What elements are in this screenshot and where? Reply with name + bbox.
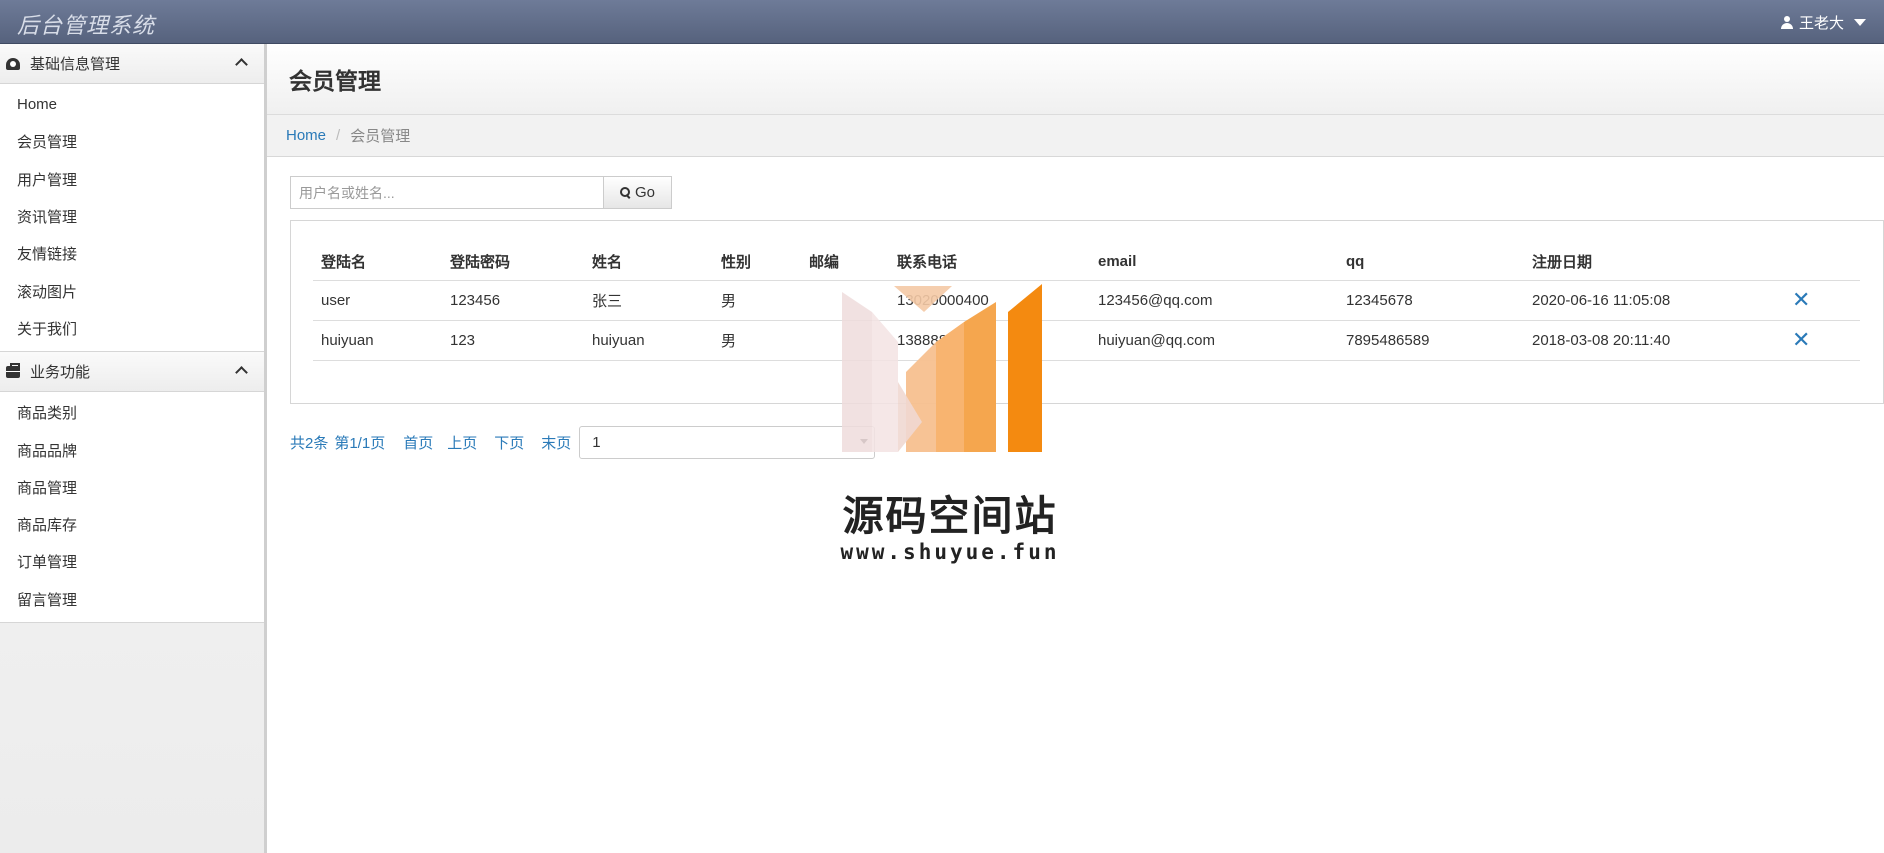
sidebar-item-members[interactable]: 会员管理 — [0, 123, 264, 160]
sidebar-item-about[interactable]: 关于我们 — [0, 310, 264, 347]
menu-group-business: 业务功能 商品类别 商品品牌 商品管理 商品库存 订单管理 留言管理 — [0, 352, 264, 623]
sidebar-item-slides[interactable]: 滚动图片 — [0, 272, 264, 309]
pager-first-link[interactable]: 首页 — [403, 432, 433, 453]
cell-password: 123456 — [442, 280, 584, 321]
cell-email: huiyuan@qq.com — [1090, 320, 1338, 361]
page-select[interactable]: 1 — [579, 426, 876, 459]
app-title[interactable]: 后台管理系统 — [17, 8, 155, 40]
delete-icon[interactable]: ✕ — [1792, 287, 1810, 312]
chevron-up-icon — [235, 58, 248, 71]
column-header: 姓名 — [584, 243, 713, 281]
page-header: 会员管理 — [267, 44, 1884, 115]
sidebar-item-stock[interactable]: 商品库存 — [0, 506, 264, 543]
go-button-label: Go — [634, 184, 655, 201]
pager-prev-link[interactable]: 上页 — [447, 432, 477, 453]
user-name: 王老大 — [1798, 15, 1844, 32]
cell-email: 123456@qq.com — [1090, 280, 1338, 321]
search-go-button[interactable]: Go — [603, 176, 672, 209]
cell-gender: 男 — [713, 280, 801, 321]
cell-actions: ✕ — [1784, 320, 1860, 361]
delete-icon[interactable]: ✕ — [1792, 327, 1810, 352]
user-menu[interactable]: 王老大 — [1780, 12, 1866, 33]
cell-name: huiyuan — [584, 320, 713, 361]
pager-total: 共2条 — [290, 435, 329, 452]
search-input[interactable] — [290, 176, 603, 209]
cell-login: user — [313, 280, 442, 321]
cell-date: 2020-06-16 11:05:08 — [1524, 280, 1784, 321]
search-icon — [619, 187, 631, 198]
menu-group-header-business[interactable]: 业务功能 — [0, 352, 264, 393]
breadcrumb: Home / 会员管理 — [267, 115, 1884, 157]
page-title: 会员管理 — [289, 68, 381, 94]
cell-zip — [801, 320, 889, 361]
pagination: 共2条 第1/1页 首页 上页 下页 末页 1 — [290, 426, 876, 459]
breadcrumb-current: 会员管理 — [350, 128, 411, 145]
cell-name: 张三 — [584, 280, 713, 321]
cell-actions: ✕ — [1784, 280, 1860, 321]
cell-password: 123 — [442, 320, 584, 361]
breadcrumb-home-link[interactable]: Home — [286, 127, 326, 144]
search-form: Go — [290, 176, 672, 209]
sidebar-item-messages[interactable]: 留言管理 — [0, 581, 264, 618]
cell-phone: 13020000400 — [889, 280, 1090, 321]
pager-next-link[interactable]: 下页 — [494, 432, 524, 453]
member-table-panel: 登陆名 登陆密码 姓名 性别 邮编 联系电话 email qq 注册日期 use… — [290, 220, 1884, 404]
column-header: 注册日期 — [1524, 243, 1784, 281]
cell-zip — [801, 280, 889, 321]
chevron-up-icon — [235, 366, 248, 379]
member-table: 登陆名 登陆密码 姓名 性别 邮编 联系电话 email qq 注册日期 use… — [313, 243, 1860, 361]
pager-page-info: 第1/1页 — [334, 435, 386, 452]
pager-last-link[interactable]: 末页 — [541, 432, 571, 453]
menu-group-basic: 基础信息管理 Home 会员管理 用户管理 资讯管理 友情链接 滚动图片 关于我… — [0, 44, 264, 353]
cell-phone: 13888888888 — [889, 320, 1090, 361]
sidebar-item-links[interactable]: 友情链接 — [0, 235, 264, 272]
column-header: 登陆密码 — [442, 243, 584, 281]
dashboard-icon — [6, 57, 20, 70]
user-icon — [1780, 16, 1793, 29]
column-header: 联系电话 — [889, 243, 1090, 281]
cell-gender: 男 — [713, 320, 801, 361]
column-header: 性别 — [713, 243, 801, 281]
breadcrumb-separator: / — [336, 127, 341, 144]
sidebar-item-users[interactable]: 用户管理 — [0, 161, 264, 198]
menu-group-title: 基础信息管理 — [30, 56, 121, 73]
menu-group-header-basic[interactable]: 基础信息管理 — [0, 44, 264, 84]
table-row: huiyuan 123 huiyuan 男 13888888888 huiyua… — [313, 320, 1860, 361]
caret-down-icon — [1854, 19, 1866, 26]
column-header: email — [1090, 243, 1338, 281]
sidebar-item-categories[interactable]: 商品类别 — [0, 394, 264, 431]
top-navbar: 后台管理系统 王老大 — [0, 0, 1884, 44]
sidebar: 基础信息管理 Home 会员管理 用户管理 资讯管理 友情链接 滚动图片 关于我… — [0, 44, 267, 853]
cell-qq: 7895486589 — [1338, 320, 1524, 361]
cell-qq: 12345678 — [1338, 280, 1524, 321]
table-header-row: 登陆名 登陆密码 姓名 性别 邮编 联系电话 email qq 注册日期 — [313, 243, 1860, 281]
table-row: user 123456 张三 男 13020000400 123456@qq.c… — [313, 280, 1860, 321]
main-content: 会员管理 Home / 会员管理 Go 登陆名 登陆密码 姓名 性别 邮编 — [267, 44, 1884, 853]
menu-group-title: 业务功能 — [30, 364, 91, 382]
sidebar-item-home[interactable]: Home — [0, 86, 264, 123]
sidebar-item-brands[interactable]: 商品品牌 — [0, 431, 264, 468]
sidebar-item-orders[interactable]: 订单管理 — [0, 543, 264, 580]
column-header: 登陆名 — [313, 243, 442, 281]
sidebar-item-news[interactable]: 资讯管理 — [0, 198, 264, 235]
column-header: 邮编 — [801, 243, 889, 281]
briefcase-icon — [6, 362, 20, 378]
page-select-value: 1 — [592, 434, 601, 451]
cell-date: 2018-03-08 20:11:40 — [1524, 320, 1784, 361]
cell-login: huiyuan — [313, 320, 442, 361]
column-header: qq — [1338, 243, 1524, 281]
sidebar-item-products[interactable]: 商品管理 — [0, 469, 264, 506]
column-header-actions — [1784, 243, 1860, 281]
